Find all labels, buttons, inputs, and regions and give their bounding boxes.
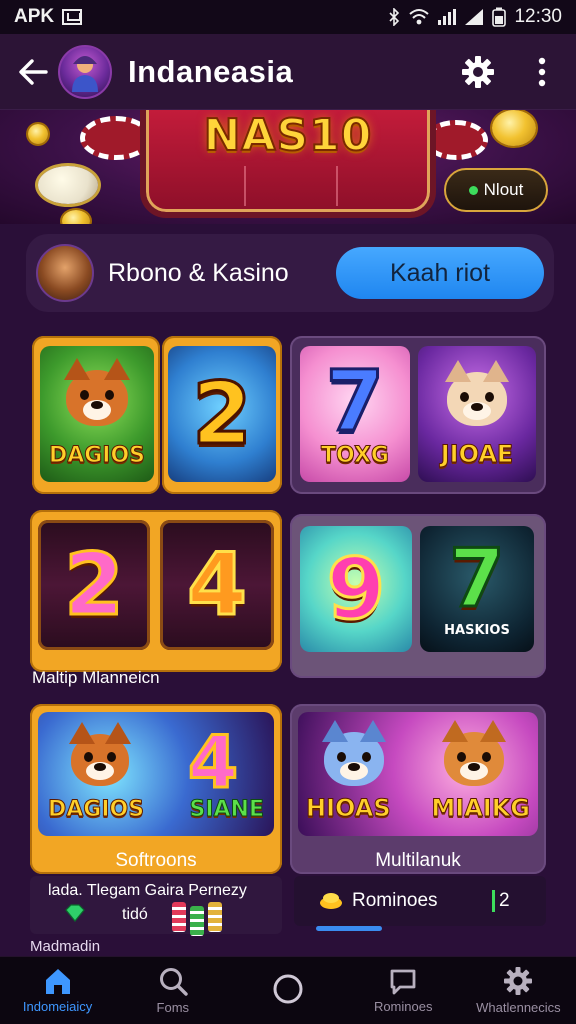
chip-stack-icon	[190, 906, 204, 936]
app-avatar[interactable]	[58, 44, 112, 99]
game-tile-number: 2	[191, 363, 254, 466]
nav-item-messages[interactable]: Rominoes	[346, 957, 461, 1024]
group-caption: Softroons	[115, 850, 197, 871]
game-tile-label: MIAIKG	[431, 794, 531, 823]
wolf-icon	[322, 720, 386, 786]
info-right-panel[interactable]: Rominoes 2	[294, 876, 546, 926]
signal-icon	[438, 9, 457, 25]
status-bar: APK 12:30	[0, 0, 576, 34]
coin-icon	[492, 110, 536, 146]
signal-triangle-icon	[465, 9, 484, 25]
game-tile-number-2[interactable]: 2	[168, 346, 276, 482]
gem-icon	[65, 904, 85, 922]
dog-icon	[64, 358, 130, 426]
info-left-line2: tidó	[122, 906, 148, 923]
banner-button[interactable]: Nlout	[444, 168, 548, 212]
casino-table: NAS10	[140, 110, 436, 218]
nav-label: Whatlennecics	[476, 1000, 561, 1015]
nav-label: Foms	[156, 1000, 190, 1015]
bluetooth-icon	[389, 8, 400, 26]
bottom-nav: Indomeiaicy Foms Rominoes Whatlennecics	[0, 956, 576, 1024]
promo-text: Rbono & Kasino	[108, 258, 289, 287]
character-icon	[72, 55, 98, 92]
promo-row: Rbono & Kasino Kaah riot	[26, 234, 554, 312]
game-tile-lucky-7-green[interactable]: 7 HASKIOS	[420, 526, 534, 652]
dog-icon	[69, 722, 131, 786]
mail-icon	[62, 9, 83, 25]
game-tile-reel-4[interactable]: 4	[160, 520, 274, 650]
status-time: 12:30	[514, 6, 562, 27]
nav-label: Indomeiaicy	[22, 999, 93, 1014]
online-dot-icon	[468, 185, 478, 195]
game-tile-number: 2	[63, 534, 126, 637]
arrow-left-icon	[19, 58, 48, 85]
page-indicator	[316, 926, 382, 931]
game-tile-dog-jackpot[interactable]: JIOAE	[418, 346, 536, 482]
nav-item-home[interactable]: Indomeiaicy	[0, 957, 115, 1024]
nav-item-settings[interactable]: Whatlennecics	[461, 957, 576, 1024]
group-caption: Multilanuk	[375, 850, 461, 871]
game-tile-dog-slots[interactable]: DAGIOS	[40, 346, 154, 482]
coin-icon	[62, 210, 90, 224]
game-tile-label: SIANE	[189, 797, 264, 823]
banner-button-label: Nlout	[483, 180, 524, 199]
game-tile-dog-slots-2[interactable]: DAGIOS 4 SIANE	[38, 712, 274, 836]
app-title: Indaneasia	[128, 53, 294, 89]
settings-button[interactable]	[460, 54, 496, 90]
wifi-icon	[409, 9, 430, 25]
footer-label: Madmadin	[30, 938, 101, 955]
game-tile-label: HASKIOS	[444, 623, 510, 638]
nav-label: Rominoes	[373, 999, 433, 1014]
nav-item-search[interactable]: Foms	[115, 957, 230, 1024]
more-vertical-icon	[538, 57, 546, 86]
game-tile-number: 4	[186, 534, 249, 637]
chat-icon	[390, 969, 416, 995]
gear-icon	[504, 967, 533, 995]
game-tile-label: TOXG	[321, 443, 390, 469]
game-tile-label: HIOAS	[306, 794, 392, 823]
info-left-panel: lada. Tlegam Gaira Pernezy tidó	[30, 876, 282, 936]
game-tile-number: 4	[186, 719, 239, 806]
coin-icon	[28, 124, 48, 144]
search-icon	[159, 968, 188, 996]
game-tile-number-9[interactable]: 9	[300, 526, 412, 652]
game-tile-dog-wolf[interactable]: HIOAS MIAIKG	[298, 712, 538, 836]
game-tile-number: 9	[325, 539, 386, 640]
circle-icon	[273, 974, 303, 1003]
banner-title: NAS10	[203, 110, 373, 162]
dog-icon	[442, 720, 506, 786]
info-right-count: 2	[492, 890, 510, 912]
back-button[interactable]	[16, 55, 50, 89]
coin-icon	[38, 166, 98, 204]
promo-banner[interactable]: NAS10 Nlout	[0, 110, 576, 224]
game-tile-lucky-7[interactable]: 7 TOXG	[300, 346, 410, 482]
game-tile-label: DAGIOS	[48, 443, 146, 469]
game-tile-label: DAGIOS	[47, 797, 145, 823]
info-left-line1: lada. Tlegam Gaira Pernezy	[48, 882, 247, 899]
chip-stack-icon	[208, 902, 222, 932]
dog-icon	[445, 360, 509, 426]
battery-icon	[492, 7, 507, 27]
home-icon	[45, 969, 70, 994]
status-app-text: APK	[14, 6, 55, 27]
coin-stack-icon	[320, 893, 342, 909]
promo-avatar	[36, 244, 94, 302]
chip-stack-icon	[172, 902, 186, 932]
app-bar: Indaneasia	[0, 34, 576, 110]
game-tile-reel-2[interactable]: 2	[38, 520, 150, 650]
more-options-button[interactable]	[524, 54, 560, 90]
game-tile-label: JIOAE	[440, 440, 514, 469]
gear-icon	[462, 55, 494, 88]
section-label: Maltip Mlanneicn	[32, 668, 160, 687]
info-right-label: Rominoes	[352, 890, 438, 911]
nav-item-home-button[interactable]	[230, 957, 345, 1024]
promo-action-button[interactable]: Kaah riot	[336, 247, 544, 299]
